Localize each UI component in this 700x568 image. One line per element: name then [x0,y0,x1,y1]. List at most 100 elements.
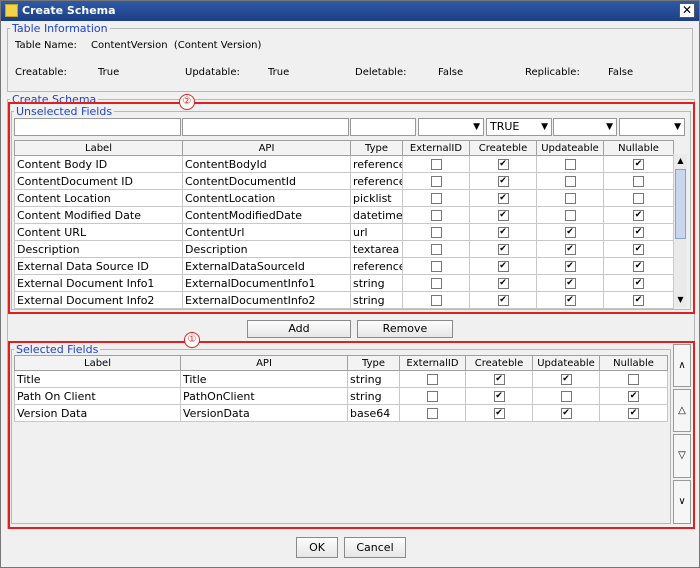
col-header-api[interactable]: API [182,140,351,156]
checked-checkbox[interactable]: ✔ [628,408,639,419]
col-header-externalid[interactable]: ExternalID [402,140,470,156]
col-header-label[interactable]: Label [14,355,181,371]
checked-checkbox[interactable]: ✔ [633,278,644,289]
table-row[interactable]: ContentDocument ID ContentDocumentId refer… [14,172,674,190]
table-row[interactable]: External Data Source ID ExternalDataSourc… [14,257,674,275]
unchecked-checkbox[interactable] [560,391,572,402]
cell-nullable [603,172,674,190]
ok-button[interactable]: OK [296,537,338,558]
table-row[interactable]: External Document Info2 ExternalDocumentI… [14,291,674,309]
unchecked-checkbox[interactable] [430,227,442,238]
unchecked-checkbox[interactable] [427,374,438,385]
table-row[interactable]: Description Description textarea ✔ ✔ ✔ [14,240,674,258]
checked-checkbox[interactable]: ✔ [560,374,572,385]
unselected-scrollbar[interactable]: ▲ ▼ [673,154,687,307]
checked-checkbox[interactable]: ✔ [493,374,505,385]
unchecked-checkbox[interactable] [633,193,644,204]
checked-checkbox[interactable]: ✔ [493,391,505,402]
col-header-nullable[interactable]: Nullable [603,140,674,156]
col-header-type[interactable]: Type [350,140,403,156]
unchecked-checkbox[interactable] [564,176,576,187]
checked-checkbox[interactable]: ✔ [493,408,505,419]
move-top-button[interactable]: ∧ [673,344,691,387]
table-row[interactable]: Content Modified Date ContentModifiedDate… [14,206,674,224]
add-button[interactable]: Add [247,320,351,338]
checked-checkbox[interactable]: ✔ [560,408,572,419]
filter-type-input[interactable] [350,118,416,136]
checked-checkbox[interactable]: ✔ [497,261,509,272]
table-row[interactable]: Content URL ContentUrl url ✔ ✔ ✔ [14,223,674,241]
checked-checkbox[interactable]: ✔ [633,159,644,170]
col-header-createble[interactable]: Createble [469,140,537,156]
checked-checkbox[interactable]: ✔ [564,261,576,272]
checked-checkbox[interactable]: ✔ [564,244,576,255]
table-row[interactable]: Content Location ContentLocation picklist ✔ [14,189,674,207]
filter-updateable-select[interactable]: ▼ [553,118,617,136]
checked-checkbox[interactable]: ✔ [564,278,576,289]
filter-externalid-select[interactable]: ▼ [418,118,484,136]
updatable-label: Updatable: [185,67,240,78]
unchecked-checkbox[interactable] [430,176,442,187]
checked-checkbox[interactable]: ✔ [628,391,639,402]
move-bottom-button[interactable]: ∨ [673,480,691,524]
table-row[interactable]: Content Body ID ContentBodyId reference ✔ ✔ [14,155,674,173]
checked-checkbox[interactable]: ✔ [497,159,509,170]
checked-checkbox[interactable]: ✔ [497,210,509,221]
table-row[interactable]: Title Title string ✔ ✔ [14,370,668,388]
move-down-button[interactable]: ▽ [673,434,691,478]
col-header-updateable[interactable]: Updateable [536,140,604,156]
unchecked-checkbox[interactable] [564,210,576,221]
filter-label-input[interactable] [14,118,181,136]
table-row[interactable]: External Document Info1 ExternalDocumentI… [14,274,674,292]
unchecked-checkbox[interactable] [430,193,442,204]
filter-api-input[interactable] [182,118,349,136]
cell-external-id [402,189,470,207]
remove-button[interactable]: Remove [357,320,453,338]
filter-createble-select[interactable]: TRUE ▼ [486,118,552,136]
cell-external-id [399,370,466,388]
window-title: Create Schema [22,4,116,17]
col-header-createble[interactable]: Createble [465,355,533,371]
checked-checkbox[interactable]: ✔ [633,210,644,221]
checked-checkbox[interactable]: ✔ [497,295,509,306]
unchecked-checkbox[interactable] [427,408,438,419]
checked-checkbox[interactable]: ✔ [497,193,509,204]
col-header-label[interactable]: Label [14,140,183,156]
scroll-up-icon[interactable]: ▲ [674,154,687,168]
col-header-externalid[interactable]: ExternalID [399,355,466,371]
col-header-api[interactable]: API [180,355,348,371]
checked-checkbox[interactable]: ✔ [497,244,509,255]
move-up-button[interactable]: △ [673,389,691,432]
unchecked-checkbox[interactable] [564,193,576,204]
checked-checkbox[interactable]: ✔ [564,295,576,306]
checked-checkbox[interactable]: ✔ [633,295,644,306]
table-row[interactable]: Version Data VersionData base64 ✔ ✔ ✔ [14,404,668,422]
scrollbar-thumb[interactable] [675,169,686,239]
checked-checkbox[interactable]: ✔ [497,176,509,187]
table-row[interactable]: Path On Client PathOnClient string ✔ ✔ [14,387,668,405]
unchecked-checkbox[interactable] [633,176,644,187]
checked-checkbox[interactable]: ✔ [633,227,644,238]
cell-external-id [402,206,470,224]
unchecked-checkbox[interactable] [430,278,442,289]
checked-checkbox[interactable]: ✔ [564,227,576,238]
checked-checkbox[interactable]: ✔ [633,244,644,255]
unchecked-checkbox[interactable] [430,210,442,221]
filter-nullable-select[interactable]: ▼ [619,118,685,136]
unchecked-checkbox[interactable] [430,295,442,306]
scroll-down-icon[interactable]: ▼ [674,293,687,307]
unchecked-checkbox[interactable] [628,374,639,385]
col-header-nullable[interactable]: Nullable [599,355,668,371]
checked-checkbox[interactable]: ✔ [497,227,509,238]
unchecked-checkbox[interactable] [564,159,576,170]
unchecked-checkbox[interactable] [427,391,438,402]
col-header-type[interactable]: Type [347,355,400,371]
unchecked-checkbox[interactable] [430,244,442,255]
unchecked-checkbox[interactable] [430,159,442,170]
checked-checkbox[interactable]: ✔ [633,261,644,272]
unchecked-checkbox[interactable] [430,261,442,272]
checked-checkbox[interactable]: ✔ [497,278,509,289]
cancel-button[interactable]: Cancel [344,537,406,558]
col-header-updateable[interactable]: Updateable [532,355,600,371]
close-icon[interactable]: ✕ [679,3,695,18]
